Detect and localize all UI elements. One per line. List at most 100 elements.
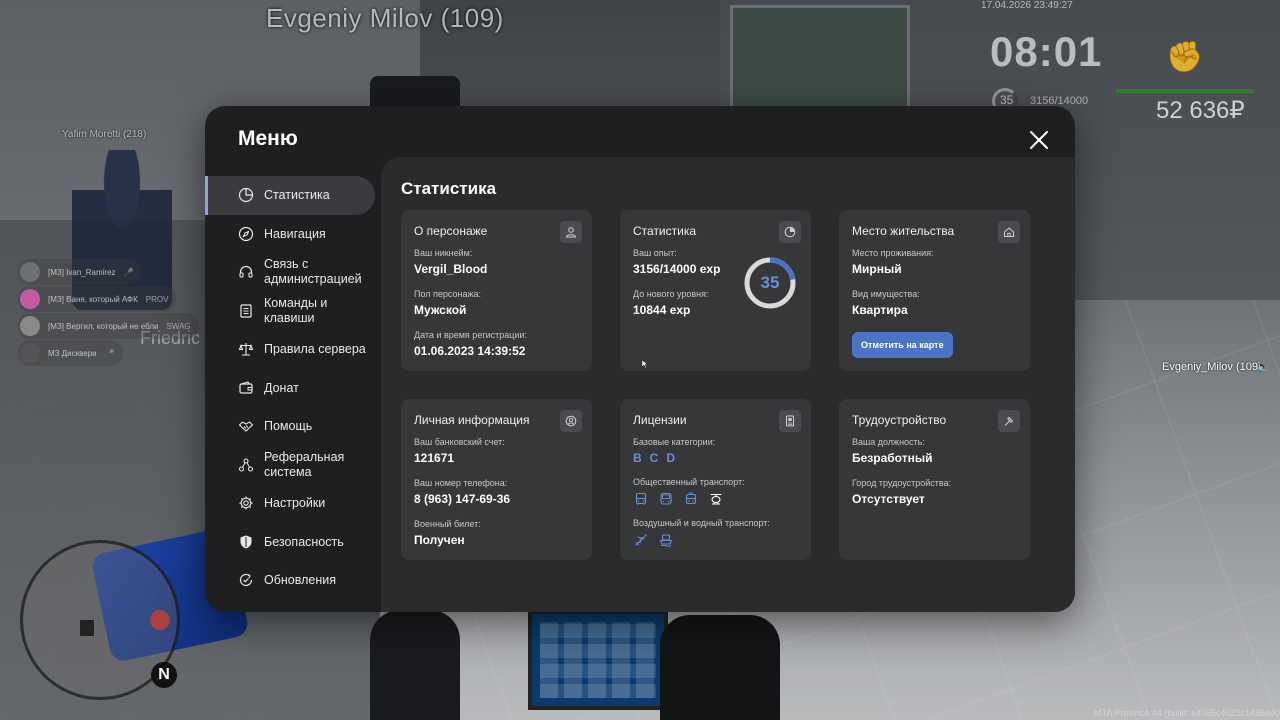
license-category: D <box>666 451 676 465</box>
tram-icon <box>683 491 699 507</box>
voice-item: [МЗ] Вергил, который не ебли SWAG <box>18 313 199 339</box>
mic-muted-icon: 🎤 <box>104 348 115 358</box>
document-list-icon <box>238 303 254 319</box>
handshake-icon <box>238 418 254 434</box>
boat-icon <box>658 532 674 548</box>
license-category: B <box>633 451 642 465</box>
user-icon <box>560 221 582 243</box>
voice-badge: PROV <box>145 294 169 304</box>
user-circle-icon <box>560 410 582 432</box>
license-categories: B C D <box>633 451 798 465</box>
sidebar-item-donate[interactable]: Донат <box>205 369 381 408</box>
mic-muted-icon: 🎤 <box>123 267 134 277</box>
close-button[interactable] <box>1027 128 1051 152</box>
home-icon <box>998 221 1020 243</box>
content-area: Статистика О персонаже Ваш никнейм: Verg… <box>381 157 1075 612</box>
player-nametag: Evgeniy Milov (109) <box>266 3 504 33</box>
sidebar-item-label: Обновления <box>264 573 336 588</box>
phone-label: Ваш номер телефона: <box>414 478 508 488</box>
avatar <box>20 289 40 309</box>
avatar <box>20 316 40 336</box>
military-label: Военный билет: <box>414 519 481 529</box>
gender-label: Пол персонажа: <box>414 289 482 299</box>
page-title: Статистика <box>401 179 497 198</box>
sidebar-item-commands[interactable]: Команды и клавиши <box>205 292 381 331</box>
menu-title: Меню <box>238 127 298 150</box>
hud-money: 52 636₽ <box>1156 97 1245 124</box>
city-label: Город трудоустройства: <box>852 478 952 488</box>
voice-name: [МЗ] Ivan_Ramirez <box>48 267 116 277</box>
hammer-icon <box>998 410 1020 432</box>
voice-name: МЗ Дисквери <box>48 348 97 358</box>
bank-label: Ваш банковский счет: <box>414 437 505 447</box>
id-card-icon <box>779 410 801 432</box>
avatar <box>20 262 40 282</box>
avatar <box>20 343 40 363</box>
monitor-screen <box>540 622 656 698</box>
position-label: Ваша должность: <box>852 437 925 447</box>
hud-clock: 08:01 <box>990 28 1103 75</box>
voice-badge: SWAG <box>166 321 191 331</box>
basic-categories-label: Базовые категории: <box>633 437 716 447</box>
sidebar-item-rules[interactable]: Правила сервера <box>205 330 381 369</box>
compass-icon <box>238 226 254 242</box>
sidebar-item-help[interactable]: Помощь <box>205 407 381 446</box>
bus-front-icon <box>658 491 674 507</box>
card-title: Статистика <box>633 224 697 238</box>
voice-chat-list: [МЗ] Ivan_Ramirez 🎤 [МЗ] Ваня, который А… <box>18 259 199 367</box>
helicopter-icon <box>708 491 724 507</box>
public-transport-icons <box>633 491 798 507</box>
sidebar-item-referral[interactable]: Реферальная система <box>205 446 381 485</box>
card-title: Место жительства <box>852 224 955 238</box>
headset-icon <box>238 264 254 280</box>
place-label: Место проживания: <box>852 248 934 258</box>
gender-value: Мужской <box>414 303 467 317</box>
bus-icon <box>633 491 649 507</box>
gear-icon <box>238 495 254 511</box>
player-nametag-right: Evgeniy_Milov (109) <box>1162 361 1262 373</box>
hud-datetime: 17.04.2026 23:49:27 <box>981 0 1073 11</box>
phone-value: 8 (963) 147-69-36 <box>414 492 511 506</box>
player-character <box>660 615 780 720</box>
hud-level: 35 <box>1000 93 1014 107</box>
employment-card: Трудоустройство Ваша должность: Безработ… <box>839 399 1030 560</box>
wallet-icon <box>238 380 254 396</box>
npc-nametag: Yafim Moretti (218) <box>62 129 147 140</box>
card-title: Лицензии <box>633 413 687 427</box>
voice-name: [МЗ] Ваня, который АФК <box>48 294 138 304</box>
sidebar-item-label: Донат <box>264 380 299 395</box>
stats-card: Статистика Ваш опыт: 3156/14000 exp До н… <box>620 210 811 371</box>
sidebar-item-label: Навигация <box>264 226 326 241</box>
voice-item: [МЗ] Ваня, который АФК PROV <box>18 286 177 312</box>
voice-name: [МЗ] Вергил, который не ебли <box>48 321 159 331</box>
sidebar: Статистика Навигация Связь с администрац… <box>205 176 381 600</box>
mark-on-map-button[interactable]: Отметить на карте <box>852 332 953 358</box>
scales-icon <box>238 341 254 357</box>
sidebar-item-label: Реферальная система <box>264 449 345 479</box>
refresh-check-icon <box>238 572 254 588</box>
sidebar-item-updates[interactable]: Обновления <box>205 561 381 600</box>
voice-item: МЗ Дисквери 🎤 <box>18 340 123 366</box>
speaker-icon: 🔈 <box>1256 361 1270 373</box>
mouse-cursor-icon <box>642 360 648 368</box>
sidebar-item-statistics[interactable]: Статистика <box>205 176 375 215</box>
sidebar-item-contact-admin[interactable]: Связь с администрацией <box>205 253 381 292</box>
residence-card: Место жительства Место проживания: Мирны… <box>839 210 1030 371</box>
sidebar-item-settings[interactable]: Настройки <box>205 484 381 523</box>
sidebar-item-label: Настройки <box>264 496 326 511</box>
sidebar-item-security[interactable]: Безопасность <box>205 523 381 562</box>
level-value: 35 <box>760 273 780 292</box>
registration-value: 01.06.2023 14:39:52 <box>414 344 526 358</box>
minimap-blip-icon <box>80 620 94 636</box>
sidebar-item-label: Помощь <box>264 419 313 434</box>
city-value: Отсутствует <box>852 492 925 506</box>
sidebar-item-label: Связь с администрацией <box>264 257 362 287</box>
fist-icon: ✊ <box>1166 40 1204 74</box>
card-title: Личная информация <box>414 413 530 427</box>
sidebar-item-navigation[interactable]: Навигация <box>205 215 381 254</box>
character-card: О персонаже Ваш никнейм: Vergil_Blood По… <box>401 210 592 371</box>
north-indicator: N <box>151 662 177 688</box>
personal-info-card: Личная информация Ваш банковский счет: 1… <box>401 399 592 560</box>
air-water-transport-icons <box>633 532 798 548</box>
sidebar-item-label: Правила сервера <box>264 342 366 357</box>
